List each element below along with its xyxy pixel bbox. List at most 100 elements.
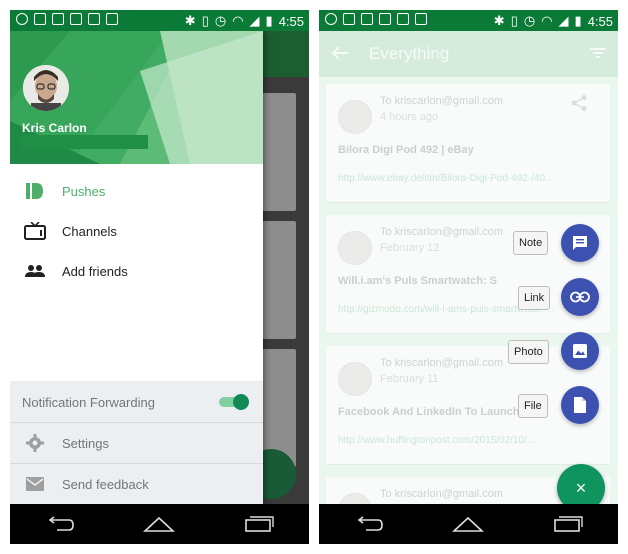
link-fab-button[interactable]	[561, 278, 599, 316]
vibrate-icon: ▯	[201, 13, 209, 28]
note-fab-button[interactable]	[561, 224, 599, 262]
signal-icon: ◢	[558, 13, 569, 28]
recents-icon	[554, 516, 583, 532]
navigation-bar	[10, 504, 309, 544]
push-time: February 11	[380, 373, 439, 385]
app-bar: Everything	[319, 31, 618, 77]
share-icon[interactable]	[570, 94, 588, 112]
recents-button[interactable]	[544, 504, 592, 544]
mail-icon	[26, 477, 44, 491]
twitter-icon	[361, 13, 373, 25]
push-recipient: To kriscarlon@gmail.com	[380, 488, 504, 500]
close-icon: ×	[575, 477, 587, 498]
notification-icon	[343, 13, 355, 25]
link-icon	[570, 291, 590, 303]
drawer-item-channels[interactable]: Channels	[10, 211, 263, 251]
notification-icons	[16, 13, 118, 25]
fab-label-photo[interactable]: Photo	[508, 340, 549, 364]
drawer-item-pushes[interactable]: Pushes	[10, 171, 263, 211]
push-title: Bilora Digi Pod 492 | eBay	[338, 144, 474, 156]
notification-icon	[325, 13, 337, 25]
avatar	[338, 362, 372, 396]
navigation-bar	[319, 504, 618, 544]
push-time: 4 hours ago	[380, 111, 439, 123]
push-recipient: To kriscarlon@gmail.com	[380, 226, 504, 238]
drawer-screen: ✱ ▯ ◷ ◠ ◢ ▮ 4:55 Kris Carlon Pushes Chan…	[10, 10, 309, 544]
notification-forwarding-row: Notification Forwarding	[10, 382, 263, 422]
everything-screen: ✱ ▯ ◷ ◠ ◢ ▮ 4:55 Everything To kriscarlo…	[319, 10, 618, 544]
status-bar: ✱ ▯ ◷ ◠ ◢ ▮ 4:55	[10, 10, 309, 31]
image-icon	[415, 13, 427, 25]
drawer-footer: Notification Forwarding Settings Send fe…	[10, 381, 263, 504]
send-feedback-item[interactable]: Send feedback	[10, 464, 263, 504]
push-title: Facebook And LinkedIn To Launch	[338, 406, 520, 418]
wifi-icon: ◠	[232, 13, 244, 28]
image-icon	[88, 13, 100, 25]
bluetooth-icon: ✱	[493, 13, 505, 28]
filter-icon[interactable]	[590, 47, 606, 59]
battery-icon: ▮	[265, 13, 273, 28]
vibrate-icon: ▯	[510, 13, 518, 28]
settings-label: Settings	[62, 436, 109, 451]
drawer-header: Kris Carlon	[10, 31, 263, 164]
push-card[interactable]: To kriscarlon@gmail.com 4 hours ago Bilo…	[326, 84, 610, 202]
alarm-icon: ◷	[214, 13, 227, 28]
status-bar: ✱ ▯ ◷ ◠ ◢ ▮ 4:55	[319, 10, 618, 31]
home-button[interactable]	[444, 504, 492, 544]
push-list-background: Everything To kriscarlon@gmail.com 4 hou…	[319, 31, 618, 537]
drawer-item-label: Pushes	[62, 184, 106, 199]
avatar	[338, 231, 372, 265]
notification-icons	[325, 13, 427, 25]
clock: 4:55	[587, 13, 613, 29]
file-fab-button[interactable]	[561, 386, 599, 424]
signal-icon: ◢	[249, 13, 260, 28]
page-title: Everything	[369, 44, 450, 63]
notification-icon	[16, 13, 28, 25]
back-arrow-icon[interactable]	[331, 45, 349, 61]
home-icon	[452, 516, 485, 532]
drawer-item-label: Channels	[62, 224, 117, 239]
battery-icon: ▮	[574, 13, 582, 28]
home-icon	[143, 516, 176, 532]
push-url[interactable]: http://www.ebay.de/itm/Bilora-Digi-Pod-4…	[338, 173, 606, 184]
people-icon	[25, 265, 45, 277]
avatar[interactable]	[23, 65, 69, 111]
drawer-item-add-friends[interactable]: Add friends	[10, 251, 263, 291]
clock: 4:55	[278, 13, 304, 29]
back-button[interactable]	[345, 504, 393, 544]
photo-fab-button[interactable]	[561, 332, 599, 370]
fab-label-link[interactable]: Link	[518, 286, 551, 310]
tv-icon	[24, 222, 46, 240]
bluetooth-icon: ✱	[184, 13, 196, 28]
user-email-redacted	[21, 135, 148, 149]
alarm-icon: ◷	[523, 13, 536, 28]
avatar	[338, 100, 372, 134]
fab-label-note[interactable]: Note	[513, 231, 549, 255]
fab-label-file[interactable]: File	[518, 394, 548, 418]
push-recipient: To kriscarlon@gmail.com	[380, 357, 504, 369]
image-icon	[106, 13, 118, 25]
image-icon	[397, 13, 409, 25]
notification-icon	[379, 13, 391, 25]
push-recipient: To kriscarlon@gmail.com	[380, 95, 504, 107]
user-name: Kris Carlon	[22, 121, 87, 135]
push-time: February 12	[380, 242, 440, 254]
push-url[interactable]: http://www.huffingtonpost.com/2015/02/10…	[338, 435, 606, 446]
drawer-item-label: Add friends	[62, 264, 128, 279]
file-icon	[574, 397, 586, 413]
notification-forwarding-toggle[interactable]	[217, 394, 249, 410]
notification-forwarding-label: Notification Forwarding	[22, 395, 155, 410]
back-button[interactable]	[36, 504, 84, 544]
twitter-icon	[52, 13, 64, 25]
notification-icon	[34, 13, 46, 25]
back-icon	[357, 516, 383, 531]
home-button[interactable]	[135, 504, 183, 544]
back-icon	[48, 516, 74, 531]
note-icon	[573, 236, 587, 250]
recents-button[interactable]	[235, 504, 283, 544]
navigation-drawer: Kris Carlon Pushes Channels Add friends …	[10, 31, 263, 504]
recents-icon	[245, 516, 274, 532]
settings-item[interactable]: Settings	[10, 423, 263, 463]
send-feedback-label: Send feedback	[62, 477, 149, 492]
pushbullet-icon	[26, 183, 43, 199]
